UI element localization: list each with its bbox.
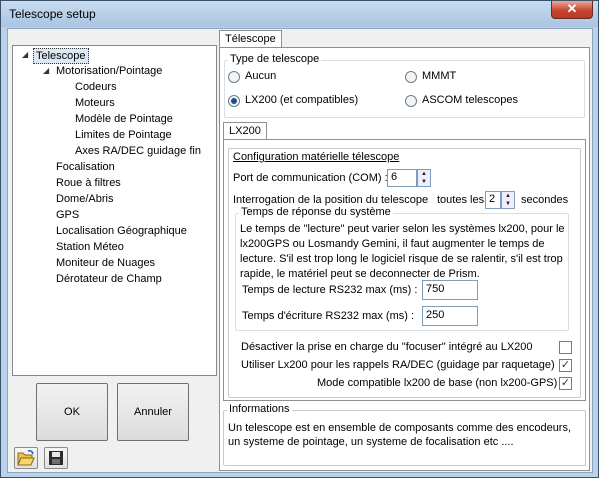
read-time-label: Temps de lecture RS232 max (ms) : [242, 284, 418, 296]
radio-mmmt[interactable] [405, 71, 417, 83]
save-icon [49, 451, 63, 465]
folder-open-icon [17, 450, 35, 466]
check-rappels-label: Utiliser Lx200 pour les rappels RA/DEC (… [241, 359, 555, 371]
check-focuser-label: Désactiver la prise en charge du "focuse… [241, 341, 533, 353]
poll-label: Interrogation de la position du telescop… [233, 194, 429, 206]
tree-item-moteurs[interactable]: Moteurs [75, 96, 115, 110]
tree-item-roue-filtres[interactable]: Roue à filtres [56, 176, 121, 190]
config-heading: Configuration matérielle télescope [233, 151, 400, 163]
spin-up-icon[interactable]: ▲ [418, 170, 430, 178]
dialog-body: ◢ Telescope ◢ Motorisation/Pointage Code… [7, 28, 593, 473]
response-description: Le temps de "lecture" peut varier selon … [240, 223, 565, 280]
info-group: Informations Un telescope est en ensembl… [223, 403, 586, 466]
cancel-button[interactable]: Annuler [117, 383, 189, 441]
radio-mmmt-label: MMMT [422, 70, 457, 82]
tree-item-gps[interactable]: GPS [56, 208, 79, 222]
tree-item-limites-pointage[interactable]: Limites de Pointage [75, 128, 172, 142]
port-spinner[interactable]: ▲ ▼ [417, 169, 431, 187]
poll-spinner[interactable]: ▲ ▼ [501, 191, 515, 209]
tree-item-derotateur[interactable]: Dérotateur de Champ [56, 272, 162, 286]
tree-item-dome-abris[interactable]: Dome/Abris [56, 192, 113, 206]
tree-item-motorisation[interactable]: Motorisation/Pointage [56, 64, 162, 78]
response-time-group: Temps de réponse du système Le temps de … [235, 206, 569, 331]
title-bar: Telescope setup ✕ [1, 1, 598, 27]
radio-lx200[interactable] [228, 95, 240, 107]
port-label: Port de communication (COM) : [233, 172, 388, 184]
radio-aucun[interactable] [228, 71, 240, 83]
expand-arrow-icon[interactable]: ◢ [43, 66, 49, 75]
tab-telescope[interactable]: Télescope [219, 30, 282, 48]
radio-ascom-label: ASCOM telescopes [422, 94, 518, 106]
spin-down-icon[interactable]: ▼ [418, 178, 430, 186]
spin-down-icon[interactable]: ▼ [502, 200, 514, 208]
tree-item-codeurs[interactable]: Codeurs [75, 80, 117, 94]
telescope-type-group: Type de telescope Aucun LX200 (et compat… [224, 53, 585, 118]
tree-item-modele-pointage[interactable]: Modèle de Pointage [75, 112, 173, 126]
write-time-input[interactable]: 250 [422, 306, 478, 326]
port-input[interactable]: 6 [387, 169, 417, 187]
close-button[interactable]: ✕ [551, 1, 593, 19]
expand-arrow-icon[interactable]: ◢ [22, 50, 28, 59]
window-title: Telescope setup [9, 7, 96, 21]
tree-item-focalisation[interactable]: Focalisation [56, 160, 115, 174]
radio-aucun-label: Aucun [245, 70, 277, 82]
save-button[interactable] [44, 447, 68, 469]
tree-item-axes-guidage[interactable]: Axes RA/DEC guidage fin [75, 144, 201, 158]
open-button[interactable] [14, 447, 38, 469]
tab-lx200[interactable]: LX200 [223, 122, 267, 140]
telescope-type-title: Type de telescope [228, 53, 322, 65]
ok-button[interactable]: OK [36, 383, 108, 441]
info-title: Informations [227, 403, 292, 415]
tree-item-localisation[interactable]: Localisation Géographique [56, 224, 187, 238]
spin-up-icon[interactable]: ▲ [502, 192, 514, 200]
write-time-label: Temps d'écriture RS232 max (ms) : [242, 310, 415, 322]
poll-every-label: toutes les : [437, 194, 491, 206]
poll-input[interactable]: 2 [485, 191, 501, 209]
poll-unit: secondes [521, 194, 569, 206]
check-compat[interactable]: ✓ [559, 377, 572, 390]
tree-item-moniteur-nuages[interactable]: Moniteur de Nuages [56, 256, 155, 270]
check-rappels[interactable]: ✓ [559, 359, 572, 372]
config-group: Configuration matérielle télescope Port … [228, 148, 581, 398]
tree-item-station-meteo[interactable]: Station Méteo [56, 240, 124, 254]
read-time-input[interactable]: 750 [422, 280, 478, 300]
lx200-tab-page: Configuration matérielle télescope Port … [223, 139, 586, 401]
radio-ascom[interactable] [405, 95, 417, 107]
check-focuser[interactable] [559, 341, 572, 354]
settings-tree[interactable]: ◢ Telescope ◢ Motorisation/Pointage Code… [12, 45, 217, 376]
check-compat-label: Mode compatible lx200 de base (non lx200… [317, 377, 558, 389]
radio-lx200-label: LX200 (et compatibles) [245, 94, 359, 106]
response-title: Temps de réponse du système [239, 206, 393, 218]
tree-item-telescope[interactable]: Telescope [33, 48, 89, 64]
info-text: Un telescope est en ensemble de composan… [228, 422, 572, 448]
dialog-window: Telescope setup ✕ ◢ Telescope ◢ Motorisa… [0, 0, 599, 478]
telescope-tab-page: Type de telescope Aucun LX200 (et compat… [219, 47, 590, 471]
